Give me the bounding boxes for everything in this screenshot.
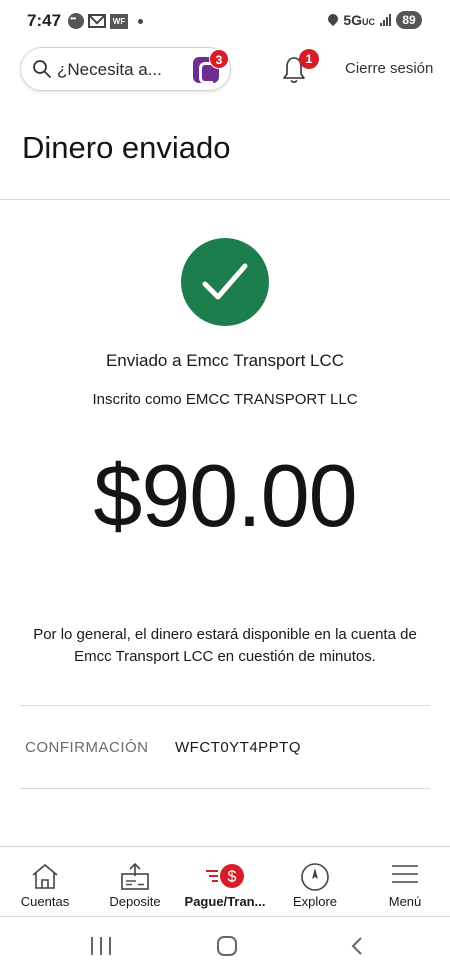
back-icon[interactable] [350,937,364,955]
chat-icon [68,13,84,29]
bottom-tab-bar: Cuentas Deposite $ Pague/Tran... Explore [0,846,450,918]
tab-pague-transfiera[interactable]: $ Pague/Tran... [180,847,270,917]
registered-as-text: Inscrito como EMCC TRANSPORT LLC [92,391,358,408]
tab-bar-bottom-border [0,916,450,917]
tab-label: Cuentas [20,894,70,909]
tab-menu[interactable]: Menú [360,847,450,917]
top-navigation: ¿Necesita a... 3 1 Cierre sesión [0,47,450,93]
network-indicator: 5GUC [343,12,375,28]
confirmation-number: WFCT0YT4PPTQ [175,739,302,756]
tab-label: Deposite [109,894,161,909]
amount-sent: $90.00 [93,446,357,545]
title-divider [0,199,450,200]
recents-icon[interactable] [91,937,111,955]
success-check-icon [181,238,269,326]
wells-fargo-icon: WF [110,13,128,29]
pay-transfer-icon: $ [206,864,244,888]
tab-deposite[interactable]: Deposite [90,847,180,917]
gmail-icon [88,14,106,28]
home-button-icon[interactable] [217,936,237,956]
signal-icon [380,14,391,26]
status-notification-icons: WF [68,13,143,29]
status-time: 7:47 [27,11,62,30]
confirmation-top-divider [20,705,430,706]
battery-icon: 89 [396,11,422,29]
location-icon [328,14,338,27]
tab-explore[interactable]: Explore [270,847,360,917]
search-input[interactable]: ¿Necesita a... [57,60,197,80]
tab-label: Pague/Tran... [184,894,266,909]
status-system-icons: 5GUC 89 [328,11,422,29]
more-notifications-dot-icon [138,18,143,24]
home-icon [32,864,58,889]
tab-label: Menú [388,894,422,909]
notifications-badge: 1 [299,49,319,69]
tab-cuentas[interactable]: Cuentas [0,847,90,917]
availability-info: Por lo general, el dinero estará disponi… [33,626,417,665]
deposit-icon [121,862,149,890]
status-bar: 7:47 WF 5GUC 89 [0,0,450,42]
svg-text:$: $ [228,869,237,886]
page-title: Dinero enviado [22,130,231,165]
android-navigation-bar [0,918,450,976]
search-icon [33,60,51,78]
menu-icon [392,865,418,883]
confirmation-bottom-divider [20,788,430,789]
logout-link[interactable]: Cierre sesión [345,60,433,77]
tab-label: Explore [292,894,338,909]
fargo-badge: 3 [209,49,229,69]
confirmation-label: CONFIRMACIÓN [25,739,149,756]
sent-to-text: Enviado a Emcc Transport LCC [105,351,345,370]
compass-icon [301,863,329,891]
